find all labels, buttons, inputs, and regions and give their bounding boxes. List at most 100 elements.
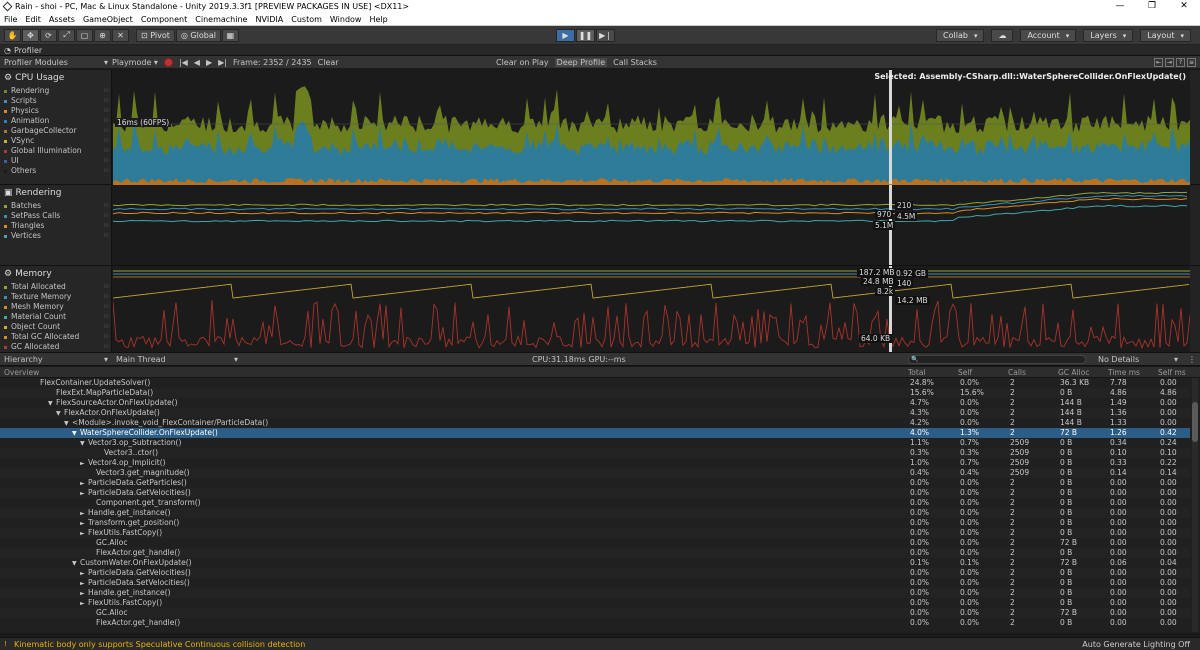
cloud-icon[interactable]: ☁ (991, 29, 1014, 42)
table-row[interactable]: ▼ CustomWater.OnFlexUpdate() 0.1% 0.1% 2 72 B… (0, 558, 1190, 568)
pause-icon[interactable]: ❚❚ (576, 29, 595, 42)
profiler-tab[interactable]: Profiler (14, 46, 42, 55)
table-row[interactable]: ▼ WaterSphereCollider.OnFlexUpdate() 4.0% 1… (0, 428, 1190, 438)
grid-snap-icon[interactable]: ▦ (221, 28, 239, 42)
maximize-icon[interactable]: ❐ (1136, 0, 1168, 13)
cpu-legend-item[interactable]: Physics ⁞⁞⁞ (0, 106, 111, 116)
drag-handle-icon[interactable]: ⁞⁞⁞ (103, 302, 109, 312)
cpu-legend-item[interactable]: Scripts ⁞⁞⁞ (0, 96, 111, 106)
first-frame-icon[interactable]: |◀ (179, 58, 188, 67)
table-row[interactable]: ► ParticleData.SetVelocities() 0.0% 0.0% 2 0 … (0, 578, 1190, 588)
memory-legend-item[interactable]: Object Count ⁞⁞⁞ (0, 322, 111, 332)
details-dropdown[interactable]: No Details ▾ (1098, 355, 1178, 364)
col-time-ms[interactable]: Time ms (1108, 368, 1140, 377)
table-row[interactable]: ► Handle.get_instance() 0.0% 0.0% 2 0 B 0.00 0.… (0, 588, 1190, 598)
col-overview[interactable]: Overview (4, 368, 39, 377)
rendering-scrollbar[interactable] (1190, 185, 1200, 265)
transform-tool-icon[interactable]: ⊕ (94, 28, 111, 42)
table-row[interactable]: ► Vector4.op_Implicit() 1.0% 0.7% 2509 0 B 0.3… (0, 458, 1190, 468)
play-icon[interactable]: ▶ (556, 29, 575, 42)
table-row[interactable]: ► ParticleData.GetVelocities() 0.0% 0.0% 2 0 … (0, 488, 1190, 498)
table-row[interactable]: ► ParticleData.GetVelocities() 0.0% 0.0% 2 0 … (0, 568, 1190, 578)
selected-frame-marker[interactable] (889, 70, 892, 184)
drag-handle-icon[interactable]: ⁞⁞⁞ (103, 342, 109, 352)
rect-tool-icon[interactable]: ▢ (76, 28, 93, 42)
drag-handle-icon[interactable]: ⁞⁞⁞ (103, 86, 109, 96)
drag-handle-icon[interactable]: ⁞⁞⁞ (103, 211, 109, 221)
table-row[interactable]: GC.Alloc 0.0% 0.0% 2 72 B 0.00 0.00 (0, 538, 1190, 548)
table-row[interactable]: ▼ FlexSourceActor.OnFlexUpdate() 4.7% 0.0% 2… (0, 398, 1190, 408)
drag-handle-icon[interactable]: ⁞⁞⁞ (103, 282, 109, 292)
rendering-legend-item[interactable]: SetPass Calls ⁞⁞⁞ (0, 211, 111, 221)
memory-legend-item[interactable]: Mesh Memory ⁞⁞⁞ (0, 302, 111, 312)
col-total[interactable]: Total (908, 368, 926, 377)
drag-handle-icon[interactable]: ⁞⁞⁞ (103, 322, 109, 332)
rendering-legend-item[interactable]: Vertices ⁞⁞⁞ (0, 231, 111, 241)
clear-on-play-toggle[interactable]: Clear on Play (494, 58, 551, 67)
table-row[interactable]: FlexActor.get_handle() 0.0% 0.0% 2 0 B 0.00 0.… (0, 618, 1190, 628)
table-row[interactable]: ▼ Vector3.op_Subtraction() 1.1% 0.7% 2509 0 B… (0, 438, 1190, 448)
cpu-chart[interactable]: 16ms (60FPS) Selected: Assembly-CSharp.d… (113, 70, 1190, 185)
memory-legend-item[interactable]: Material Count ⁞⁞⁞ (0, 312, 111, 322)
pivot-button[interactable]: ⊡ Pivot (136, 28, 175, 42)
menu-edit[interactable]: Edit (25, 15, 41, 24)
table-row[interactable]: ▼ <Module>.invoke_void_FlexContainer/Part… (0, 418, 1190, 428)
rotate-tool-icon[interactable]: ⟳ (40, 28, 57, 42)
clear-button[interactable]: Clear (318, 58, 339, 67)
table-row[interactable]: FlexActor.get_handle() 0.0% 0.0% 2 0 B 0.00 0.… (0, 548, 1190, 558)
table-scroll-thumb[interactable] (1192, 402, 1198, 442)
collab-button[interactable]: Collab (936, 29, 985, 42)
menu-file[interactable]: File (4, 15, 17, 24)
custom-tool-icon[interactable]: ✕ (112, 28, 129, 42)
table-row[interactable]: GC.Alloc 0.0% 0.0% 2 72 B 0.00 0.00 (0, 608, 1190, 618)
table-row[interactable]: ► Handle.get_instance() 0.0% 0.0% 2 0 B 0.00 0.… (0, 508, 1190, 518)
drag-handle-icon[interactable]: ⁞⁞⁞ (103, 166, 109, 176)
cpu-legend-item[interactable]: Others ⁞⁞⁞ (0, 166, 111, 176)
table-row[interactable]: Vector3..ctor() 0.3% 0.3% 2509 0 B 0.10 0.10 (0, 448, 1190, 458)
close-icon[interactable]: ✕ (1168, 0, 1200, 13)
scale-tool-icon[interactable]: ⤢ (58, 28, 75, 42)
layers-dropdown[interactable]: Layers (1083, 29, 1134, 42)
memory-legend-item[interactable]: Total GC Allocated ⁞⁞⁞ (0, 332, 111, 342)
hand-tool-icon[interactable]: ✋ (4, 28, 21, 42)
move-tool-icon[interactable]: ✥ (22, 28, 39, 42)
menu-custom[interactable]: Custom (291, 15, 322, 24)
drag-handle-icon[interactable]: ⁞⁞⁞ (103, 126, 109, 136)
deep-profile-toggle[interactable]: Deep Profile (554, 58, 608, 67)
cpu-legend-item[interactable]: Global Illumination ⁞⁞⁞ (0, 146, 111, 156)
settings-icon[interactable]: ≡ (1187, 58, 1196, 67)
thread-dropdown[interactable]: Main Thread ▾ (112, 355, 242, 364)
next-frame-icon[interactable]: ▶ (206, 58, 212, 67)
memory-legend-item[interactable]: GC Allocated ⁞⁞⁞ (0, 342, 111, 352)
current-frame-icon[interactable]: ▶| (218, 58, 227, 67)
menu-nvidia[interactable]: NVIDIA (255, 15, 283, 24)
memory-scrollbar[interactable] (1190, 266, 1200, 352)
drag-handle-icon[interactable]: ⁞⁞⁞ (103, 231, 109, 241)
cpu-legend-item[interactable]: GarbageCollector ⁞⁞⁞ (0, 126, 111, 136)
step-icon[interactable]: ▶❘ (596, 29, 615, 42)
table-row[interactable]: Vector3.get_magnitude() 0.4% 0.4% 2509 0 B 0.… (0, 468, 1190, 478)
account-dropdown[interactable]: Account (1020, 29, 1077, 42)
table-row[interactable]: Component.get_transform() 0.0% 0.0% 2 0 B 0.0… (0, 498, 1190, 508)
help-icon[interactable]: ? (1176, 58, 1185, 67)
layout-dropdown[interactable]: Layout (1140, 29, 1191, 42)
rendering-legend-item[interactable]: Batches ⁞⁞⁞ (0, 201, 111, 211)
global-button[interactable]: ◎ Global (175, 28, 221, 42)
cpu-legend-item[interactable]: Animation ⁞⁞⁞ (0, 116, 111, 126)
status-warning[interactable]: Kinematic body only supports Speculative… (0, 640, 305, 649)
cpu-legend-item[interactable]: UI ⁞⁞⁞ (0, 156, 111, 166)
save-icon[interactable]: ⇥ (1165, 58, 1174, 67)
minimize-icon[interactable]: — (1104, 0, 1136, 13)
drag-handle-icon[interactable]: ⁞⁞⁞ (103, 201, 109, 211)
table-row[interactable]: ► Transform.get_position() 0.0% 0.0% 2 0 B 0.0… (0, 518, 1190, 528)
drag-handle-icon[interactable]: ⁞⁞⁞ (103, 116, 109, 126)
table-row[interactable]: FlexExt.MapParticleData() 15.6% 15.6% 2 0 B 4… (0, 388, 1190, 398)
table-row[interactable]: ► FlexUtils.FastCopy() 0.0% 0.0% 2 0 B 0.00 0.0… (0, 528, 1190, 538)
record-icon[interactable] (163, 57, 173, 67)
menu-help[interactable]: Help (369, 15, 387, 24)
menu-gameobject[interactable]: GameObject (83, 15, 133, 24)
table-scrollbar[interactable] (1192, 378, 1198, 632)
drag-handle-icon[interactable]: ⁞⁞⁞ (103, 332, 109, 342)
col-self[interactable]: Self (958, 368, 972, 377)
menu-assets[interactable]: Assets (49, 15, 75, 24)
